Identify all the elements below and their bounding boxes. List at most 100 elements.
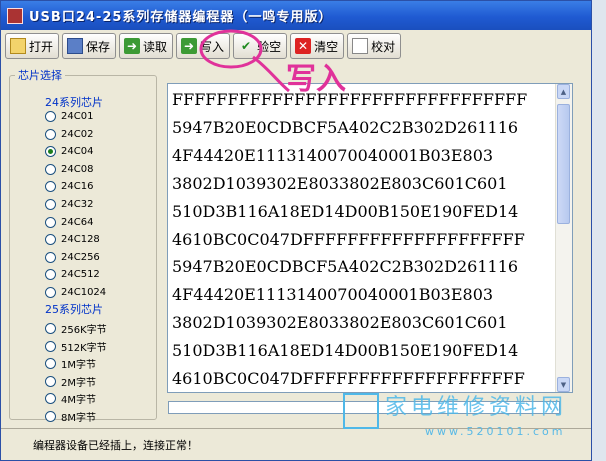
window-title: USB口24-25系列存储器编程器（一鸣专用版）: [29, 10, 333, 25]
chip-option[interactable]: 24C64: [45, 214, 93, 231]
programmer-window: USB口24-25系列存储器编程器（一鸣专用版） 打开 保存 ➜ 读取 ➜ 写入…: [0, 0, 592, 461]
open-button-label: 打开: [29, 39, 54, 54]
write-button-label: 写入: [200, 39, 225, 54]
chip-option-label: 8M字节: [61, 413, 96, 424]
chip-option-label: 2M字节: [61, 377, 96, 389]
floppy-disk-icon: [67, 38, 84, 54]
chip-select-panel: 芯片选择 24系列芯片 24C01 24C02 24C04 24C08 24C16 24C…: [9, 67, 157, 424]
chip-option[interactable]: 2M字节: [45, 373, 96, 390]
chip-option[interactable]: 24C128: [45, 231, 100, 248]
read-button[interactable]: ➜ 读取: [119, 33, 174, 59]
chip-select-legend: 芯片选择: [15, 67, 65, 83]
chip-option-label: 24C128: [61, 234, 100, 246]
chip-option-label: 24C02: [61, 128, 94, 140]
chip-option[interactable]: 24C04: [45, 143, 93, 160]
chip-option[interactable]: 4M字节: [45, 390, 96, 407]
verify-button[interactable]: 校对: [347, 33, 402, 59]
radio-button[interactable]: [45, 216, 56, 228]
chip-option-label: 24C64: [61, 216, 94, 228]
blank-check-button-label: 验空: [257, 39, 282, 54]
radio-button[interactable]: [45, 111, 56, 122]
status-text: 编程器设备已经插上，连接正常！: [33, 439, 198, 452]
chip-option-label: 4M字节: [61, 395, 96, 407]
hex-line: FFFFFFFFFFFFFFFFFFFFFFFFFFFFFFFF: [172, 90, 528, 109]
hex-line: 4F44420E1113140070040001B03E803: [172, 285, 494, 305]
chip-option-label: 24C1024: [61, 287, 107, 298]
folder-open-icon: [10, 38, 26, 54]
checkmark-icon: ✔: [241, 39, 252, 53]
blank-check-button[interactable]: ✔ 验空: [233, 33, 288, 59]
chip-option-label: 256K字节: [61, 325, 107, 336]
chip-option-label: 24C512: [61, 269, 100, 281]
hex-line: 3802D1039302E8033802E803C601C601: [172, 313, 508, 333]
write-button[interactable]: ➜ 写入: [176, 33, 231, 59]
scrollbar-thumb[interactable]: [557, 104, 570, 224]
chip-option[interactable]: 8M字节: [45, 408, 96, 425]
save-button-label: 保存: [86, 39, 111, 54]
radio-button[interactable]: [45, 128, 56, 140]
radio-button[interactable]: [45, 181, 56, 193]
chip-option-label: 24C256: [61, 251, 100, 263]
red-x-icon: ✕: [295, 38, 312, 54]
watermark: 家电维修资料网 www.520101.com: [333, 389, 591, 447]
radio-button[interactable]: [45, 234, 56, 246]
scroll-down-arrow-icon[interactable]: ▼: [557, 377, 570, 392]
read-button-label: 读取: [143, 39, 168, 54]
chip-option-label: 24C16: [61, 181, 94, 193]
chip-option[interactable]: 256K字节: [45, 320, 107, 337]
radio-button[interactable]: [45, 393, 56, 405]
toolbar: 打开 保存 ➜ 读取 ➜ 写入 ✔ 验空 ✕ 清空 校对: [5, 33, 402, 59]
chip-option-label: 24C32: [61, 199, 94, 210]
erase-button-label: 清空: [314, 39, 339, 54]
scroll-up-arrow-icon[interactable]: ▲: [557, 84, 570, 99]
radio-button[interactable]: [45, 323, 56, 334]
radio-button[interactable]: [45, 269, 56, 281]
chip-option-label: 512K字节: [61, 342, 107, 354]
hex-line: 510D3B116A18ED14D00B150E190FED14: [172, 201, 519, 221]
vertical-scrollbar[interactable]: ▲ ▼: [555, 84, 572, 392]
radio-button[interactable]: [45, 375, 56, 387]
chip-option[interactable]: 24C01: [45, 108, 93, 125]
radio-button[interactable]: [45, 411, 56, 422]
chip-option[interactable]: 24C1024: [45, 284, 106, 301]
chip-option[interactable]: 24C02: [45, 126, 93, 143]
chip-option-label: 1M字节: [61, 360, 96, 372]
chip-option-label: 24C08: [61, 163, 94, 175]
desktop-background: [592, 0, 606, 461]
open-button[interactable]: 打开: [5, 33, 60, 59]
hex-line: 510D3B116A18ED14D00B150E190FED14: [172, 341, 519, 361]
chip-option[interactable]: 512K字节: [45, 338, 107, 355]
hex-line: 3802D1039302E8033802E803C601C601: [172, 173, 508, 193]
save-button[interactable]: 保存: [62, 33, 117, 59]
green-arrow-icon: ➜: [181, 38, 198, 54]
radio-button[interactable]: [45, 251, 56, 263]
hex-line: 5947B20E0CDBCF5A402C2B302D261116: [172, 117, 519, 137]
chip-option[interactable]: 24C512: [45, 266, 100, 283]
radio-button[interactable]: [45, 146, 56, 158]
title-bar[interactable]: USB口24-25系列存储器编程器（一鸣专用版）: [1, 1, 591, 30]
hex-data-lines: FFFFFFFFFFFFFFFFFFFFFFFFFFFFFFFF 5947B20E…: [172, 86, 554, 392]
radio-button[interactable]: [45, 199, 56, 210]
document-icon: [352, 38, 369, 54]
hex-line: 4610BC0C047DFFFFFFFFFFFFFFFFFFFF: [172, 369, 525, 389]
watermark-url: www.520101.com: [425, 425, 566, 438]
chip-option[interactable]: 24C32: [45, 196, 93, 213]
app-icon: [7, 7, 23, 24]
chip-option[interactable]: 1M字节: [45, 355, 96, 372]
chip-option[interactable]: 24C16: [45, 178, 93, 195]
chip-option[interactable]: 24C08: [45, 161, 93, 178]
hex-line: 5947B20E0CDBCF5A402C2B302D261116: [172, 257, 519, 277]
chip-option-label: 24C04: [61, 146, 94, 158]
radio-button[interactable]: [45, 340, 56, 352]
radio-button[interactable]: [45, 163, 56, 175]
radio-button[interactable]: [45, 358, 56, 370]
hex-data-view[interactable]: FFFFFFFFFFFFFFFFFFFFFFFFFFFFFFFF 5947B20E…: [167, 83, 573, 393]
green-arrow-icon: ➜: [124, 38, 141, 54]
progress-bar: [168, 401, 560, 414]
hex-line: 4F44420E1113140070040001B03E803: [172, 145, 494, 165]
verify-button-label: 校对: [371, 39, 396, 54]
erase-button[interactable]: ✕ 清空: [290, 33, 345, 59]
chip-option-label: 24C01: [61, 111, 94, 122]
chip-option[interactable]: 24C256: [45, 249, 100, 266]
radio-button[interactable]: [45, 287, 56, 298]
